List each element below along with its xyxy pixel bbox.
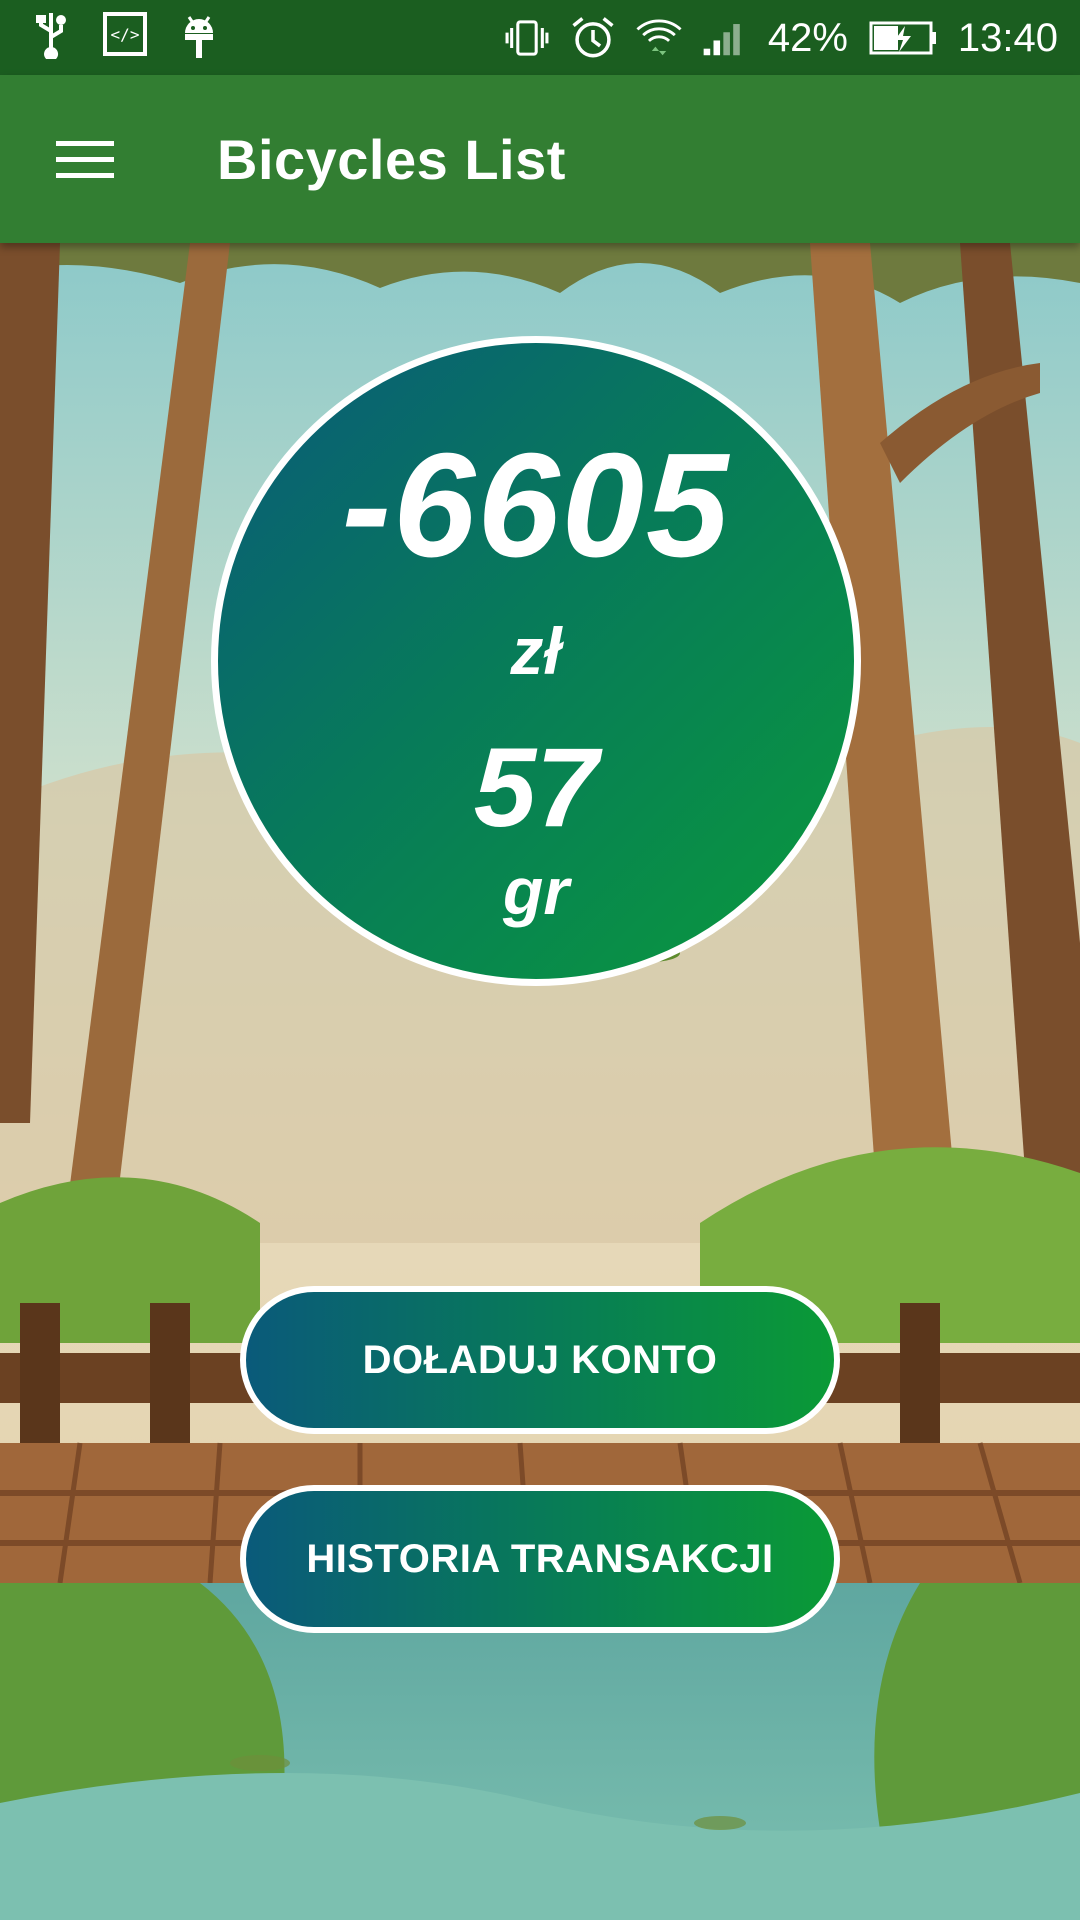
page-title: Bicycles List [217,128,566,191]
clock: 13:40 [957,15,1058,60]
balance-minor-amount: 57 [473,725,599,850]
balance-minor-unit: gr [503,854,569,928]
usb-icon [28,8,74,60]
svg-text:</>: </> [111,25,140,44]
alarm-icon [570,12,616,64]
battery-percent: 42% [767,15,848,60]
signal-icon [702,12,748,64]
android-icon [176,8,222,60]
battery-charging-icon [868,12,938,64]
app-bar: Bicycles List [0,75,1080,243]
code-icon: </> [102,8,148,60]
balance-amount: -6605 [341,423,731,588]
balance-currency: zł [510,614,562,688]
top-up-account-button[interactable]: DOŁADUJ KONTO [240,1286,840,1434]
wifi-icon [636,12,682,64]
transaction-history-button[interactable]: HISTORIA TRANSAKCJI [240,1485,840,1633]
hamburger-menu-icon[interactable] [40,125,130,195]
vibrate-icon [504,12,550,64]
balance-display: -6605 zł 57 gr [211,336,861,986]
status-bar: </> 42% 13:40 [0,0,1080,75]
